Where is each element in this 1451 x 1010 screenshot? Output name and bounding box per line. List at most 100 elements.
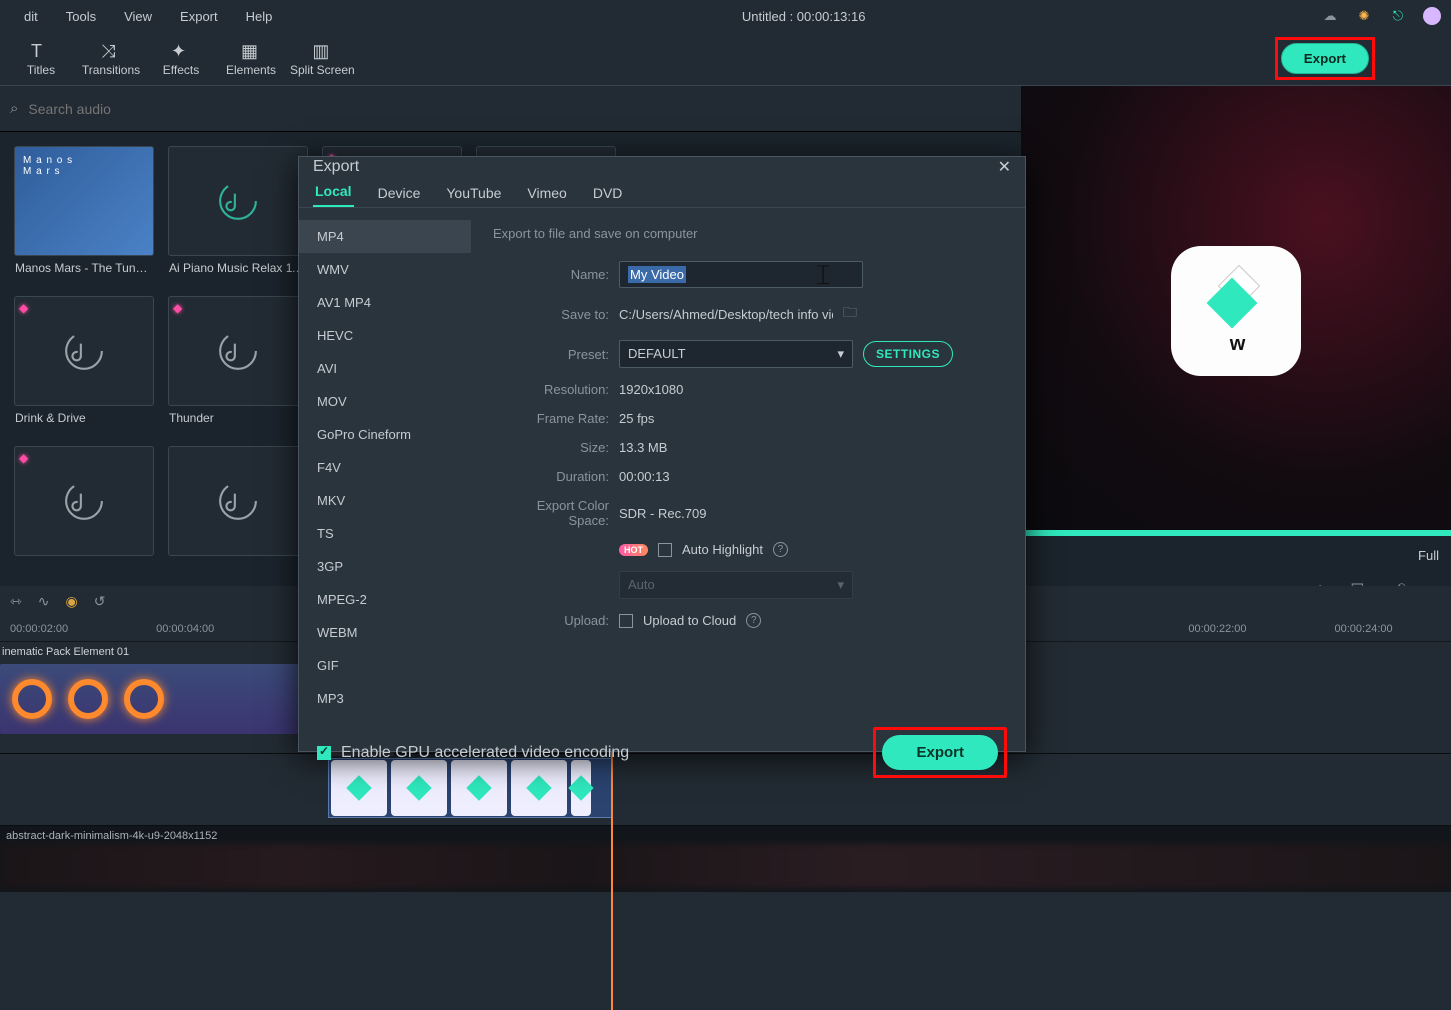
- idea-icon[interactable]: ✺: [1355, 7, 1373, 25]
- gem-icon: ◆: [19, 301, 28, 315]
- ruler-mark: 00:00:02:00: [10, 623, 68, 635]
- toolbar: T Titles ⤨ Transitions ✦ Effects ▦ Eleme…: [0, 32, 1451, 86]
- help-icon[interactable]: ?: [746, 613, 761, 628]
- support-icon[interactable]: ⎋: [1389, 7, 1407, 25]
- framerate-label: Frame Rate:: [493, 411, 609, 426]
- preset-select[interactable]: DEFAULT▾: [619, 340, 853, 368]
- transitions-button[interactable]: ⤨ Transitions: [76, 38, 146, 80]
- close-icon[interactable]: ✕: [998, 157, 1011, 177]
- gpu-checkbox[interactable]: [317, 746, 331, 760]
- format-hevc[interactable]: HEVC: [299, 319, 471, 352]
- audio-tile[interactable]: [168, 446, 308, 556]
- tool-icon[interactable]: ↺: [94, 593, 106, 610]
- tool-icon[interactable]: ∿: [38, 593, 50, 610]
- ring-thumb: [124, 679, 164, 719]
- preview-logo: ᴡ: [1171, 246, 1301, 376]
- tool-icon[interactable]: ◉: [65, 593, 77, 610]
- format-mov[interactable]: MOV: [299, 385, 471, 418]
- format-wmv[interactable]: WMV: [299, 253, 471, 286]
- avatar[interactable]: [1423, 7, 1441, 25]
- window-title: Untitled : 00:00:13:16: [286, 9, 1321, 24]
- cloud-icon[interactable]: ☁: [1321, 7, 1339, 25]
- resolution-value: 1920x1080: [619, 382, 683, 397]
- dialog-title: Export: [313, 158, 359, 176]
- hot-badge: HOT: [619, 544, 648, 556]
- name-input[interactable]: My Video: [619, 261, 863, 288]
- format-mkv[interactable]: MKV: [299, 484, 471, 517]
- music-note-icon: [217, 330, 259, 372]
- music-note-icon: [217, 480, 259, 522]
- format-mp4[interactable]: MP4: [299, 220, 471, 253]
- format-f4v[interactable]: F4V: [299, 451, 471, 484]
- audio-tile[interactable]: ◆ Thunder: [168, 296, 308, 406]
- gem-icon: ◆: [19, 451, 28, 465]
- autohighlight-checkbox[interactable]: [658, 543, 672, 557]
- audio-tile[interactable]: M a n o sM a r s Manos Mars - The Tunni…: [14, 146, 154, 256]
- clip-cinematic[interactable]: inematic Pack Element 01: [0, 664, 312, 734]
- format-list: MP4 WMV AV1 MP4 HEVC AVI MOV GoPro Cinef…: [299, 208, 471, 727]
- menu-help[interactable]: Help: [232, 5, 287, 28]
- duration-value: 00:00:13: [619, 469, 670, 484]
- export-final-button[interactable]: Export: [882, 735, 998, 770]
- size-value: 13.3 MB: [619, 440, 667, 455]
- export-final-highlight: Export: [873, 727, 1007, 778]
- menu-export[interactable]: Export: [166, 5, 232, 28]
- audio-tile[interactable]: ◆: [14, 446, 154, 556]
- elements-icon: ▦: [241, 41, 261, 61]
- tile-caption: Drink & Drive: [15, 411, 153, 425]
- elements-label: Elements: [226, 63, 276, 77]
- format-avi[interactable]: AVI: [299, 352, 471, 385]
- tile-caption: Ai Piano Music Relax 110…: [169, 261, 307, 275]
- preview-progress[interactable]: [1017, 530, 1451, 536]
- dialog-subtitle: Export to file and save on computer: [493, 226, 1003, 241]
- format-av1mp4[interactable]: AV1 MP4: [299, 286, 471, 319]
- search-icon: ⌕: [10, 100, 18, 117]
- format-mp3[interactable]: MP3: [299, 682, 471, 715]
- menu-view[interactable]: View: [110, 5, 166, 28]
- menu-edit[interactable]: dit: [10, 5, 52, 28]
- format-gif[interactable]: GIF: [299, 649, 471, 682]
- format-3gp[interactable]: 3GP: [299, 550, 471, 583]
- preview-full-label[interactable]: Full: [1418, 548, 1439, 563]
- tool-icon[interactable]: ⇿: [10, 593, 22, 610]
- effects-button[interactable]: ✦ Effects: [146, 38, 216, 80]
- tab-dvd[interactable]: DVD: [591, 179, 625, 207]
- clip-label: inematic Pack Element 01: [2, 646, 129, 658]
- format-webm[interactable]: WEBM: [299, 616, 471, 649]
- tab-local[interactable]: Local: [313, 177, 354, 207]
- audio-tile[interactable]: ◆ Drink & Drive: [14, 296, 154, 406]
- name-label: Name:: [493, 267, 609, 282]
- folder-icon[interactable]: 🗀: [843, 302, 857, 326]
- audio-tile[interactable]: Ai Piano Music Relax 110…: [168, 146, 308, 256]
- format-ts[interactable]: TS: [299, 517, 471, 550]
- transitions-label: Transitions: [82, 63, 140, 77]
- preset-label: Preset:: [493, 347, 609, 362]
- tab-device[interactable]: Device: [376, 179, 423, 207]
- ruler-mark: 00:00:22:00: [1188, 623, 1246, 635]
- titles-button[interactable]: T Titles: [6, 38, 76, 80]
- splitscreen-label: Split Screen: [290, 63, 355, 77]
- elements-button[interactable]: ▦ Elements: [216, 38, 286, 80]
- clip-label: abstract-dark-minimalism-4k-u9-2048x1152: [0, 827, 223, 845]
- chevron-down-icon: ▾: [837, 577, 844, 593]
- tab-vimeo[interactable]: Vimeo: [525, 179, 568, 207]
- format-gopro[interactable]: GoPro Cineform: [299, 418, 471, 451]
- menubar: dit Tools View Export Help Untitled : 00…: [0, 0, 1451, 32]
- music-note-icon: [63, 480, 105, 522]
- framerate-value: 25 fps: [619, 411, 654, 426]
- music-note-icon: [63, 330, 105, 372]
- splitscreen-button[interactable]: ▥ Split Screen: [286, 38, 359, 80]
- timeline-track[interactable]: abstract-dark-minimalism-4k-u9-2048x1152: [0, 826, 1451, 892]
- settings-button[interactable]: SETTINGS: [863, 341, 953, 367]
- export-button[interactable]: Export: [1281, 43, 1369, 74]
- tab-youtube[interactable]: YouTube: [444, 179, 503, 207]
- help-icon[interactable]: ?: [773, 542, 788, 557]
- duration-label: Duration:: [493, 469, 609, 484]
- export-dialog: Export ✕ Local Device YouTube Vimeo DVD …: [298, 156, 1026, 752]
- ruler-mark: 00:00:24:00: [1335, 623, 1393, 635]
- menu-tools[interactable]: Tools: [52, 5, 110, 28]
- upload-checkbox[interactable]: [619, 614, 633, 628]
- search-input[interactable]: [26, 100, 570, 118]
- titles-label: Titles: [27, 63, 55, 77]
- format-mpeg2[interactable]: MPEG-2: [299, 583, 471, 616]
